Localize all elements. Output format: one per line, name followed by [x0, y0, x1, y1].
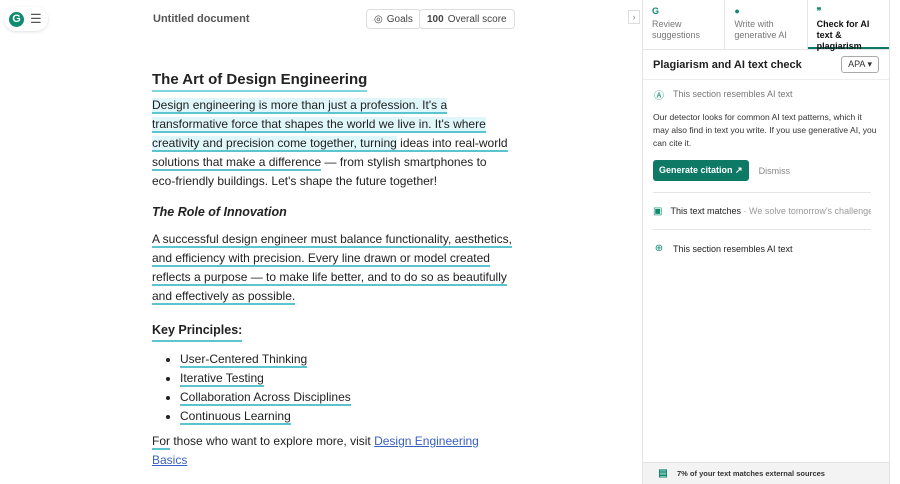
- citation-style-select[interactable]: APA ▾: [841, 56, 879, 73]
- panel-header: Plagiarism and AI text check APA ▾: [643, 50, 889, 80]
- match-underline[interactable]: A successful design engineer must balanc…: [152, 232, 512, 305]
- dismiss-button[interactable]: Dismiss: [759, 166, 791, 176]
- tab-review-suggestions[interactable]: G Review suggestions: [643, 0, 726, 49]
- item-detail: · We solve tomorrow's challenge...: [740, 206, 871, 216]
- menu-icon[interactable]: ☰: [30, 11, 42, 27]
- document-title[interactable]: Untitled document: [153, 13, 250, 25]
- list-item-text: Iterative Testing: [180, 371, 264, 387]
- list-item-text: Collaboration Across Disciplines: [180, 390, 351, 406]
- summary-text: 7% of your text matches external sources: [677, 469, 825, 478]
- tab-generative-ai[interactable]: ● Write with generative AI: [725, 0, 808, 49]
- ai-icon: ⊕: [654, 243, 664, 254]
- item-label: This section resembles AI text: [673, 243, 793, 254]
- score-value: 100: [427, 13, 444, 25]
- goals-button[interactable]: ◎ Goals: [366, 9, 421, 29]
- score-label: Overall score: [447, 13, 507, 25]
- lightbulb-icon: ●: [734, 6, 740, 16]
- clipboard-icon: ▣: [653, 205, 663, 217]
- tab-label: Write with generative AI: [734, 19, 787, 40]
- tab-label: Review suggestions: [652, 19, 701, 40]
- paragraph-3: For those who want to explore more, visi…: [152, 432, 512, 470]
- principles-list: User-Centered Thinking Iterative Testing…: [180, 350, 512, 426]
- paragraph-1: Design engineering is more than just a p…: [152, 96, 512, 191]
- match-item[interactable]: ▣ This text matches · We solve tomorrow's…: [653, 193, 871, 230]
- list-item: Continuous Learning: [180, 407, 512, 426]
- document-body[interactable]: The Art of Design Engineering Design eng…: [152, 70, 512, 477]
- paragraph-2: A successful design engineer must balanc…: [152, 230, 512, 306]
- overall-score-button[interactable]: 100 Overall score: [419, 9, 515, 29]
- list-item-text: User-Centered Thinking: [180, 352, 308, 368]
- ai-icon: Ⓐ: [654, 90, 664, 102]
- tab-label: Check for AI text & plagiarism: [816, 19, 870, 51]
- tab-ai-plagiarism-check[interactable]: ❞ Check for AI text & plagiarism: [807, 0, 889, 51]
- goals-icon: ◎: [374, 13, 383, 25]
- item-label: This text matches: [670, 206, 741, 216]
- grammarly-icon: G: [652, 6, 660, 16]
- plagiarism-summary[interactable]: ▤ 7% of your text matches external source…: [643, 462, 889, 484]
- caret-down-icon: ▾: [867, 59, 872, 69]
- principles-heading: Key Principles:: [152, 321, 243, 342]
- ai-description: Our detector looks for common AI text pa…: [653, 112, 877, 148]
- paragraph-text: those who want to explore more, visit: [170, 434, 375, 448]
- clipboard-icon: ▤: [658, 468, 668, 479]
- list-item-text: Continuous Learning: [180, 409, 291, 425]
- ai-item[interactable]: ⊕ This section resembles AI text: [653, 230, 871, 267]
- external-link-icon: ↗: [735, 165, 743, 175]
- quote-icon: ❞: [816, 6, 822, 16]
- match-underline[interactable]: For: [152, 434, 170, 450]
- list-item: Collaboration Across Disciplines: [180, 388, 512, 407]
- grammarly-logo-icon: G: [9, 11, 24, 27]
- assistant-panel: G Review suggestions ● Write with generati…: [642, 0, 890, 484]
- list-item: Iterative Testing: [180, 369, 512, 388]
- app-menu[interactable]: G ☰: [4, 7, 48, 31]
- citation-style-value: APA: [848, 59, 865, 69]
- panel-heading: Plagiarism and AI text check: [653, 58, 802, 71]
- collapse-panel-button[interactable]: ›: [628, 10, 640, 24]
- generate-citation-button[interactable]: Generate citation ↗: [653, 160, 749, 181]
- panel-tabs: G Review suggestions ● Write with generati…: [643, 0, 889, 51]
- button-label: Generate citation: [659, 165, 733, 175]
- list-item: User-Centered Thinking: [180, 350, 512, 369]
- doc-title: The Art of Design Engineering: [152, 70, 368, 92]
- ai-notice: This section resembles AI text: [673, 89, 793, 99]
- section-heading: The Role of Innovation: [152, 205, 287, 219]
- top-bar: G ☰ Untitled document ◎ Goals 100 Overall …: [0, 0, 642, 38]
- chevron-right-icon: ›: [632, 12, 636, 22]
- ai-text-card: Ⓐ This section resembles AI text Our dete…: [643, 83, 889, 267]
- goals-label: Goals: [386, 13, 413, 25]
